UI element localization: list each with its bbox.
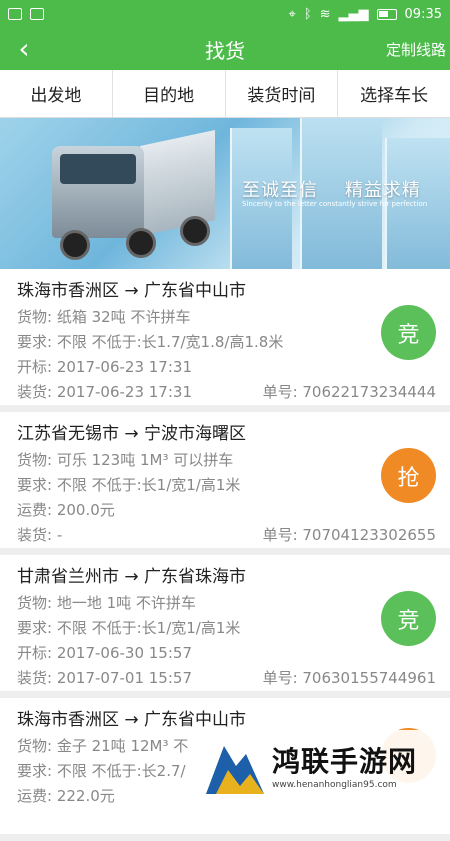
cargo-info: 货物: 可乐 123吨 1M³ 可以拼车 <box>17 451 234 469</box>
truck-wheel <box>126 228 156 258</box>
load-info: 装货: 2017-06-23 17:31 <box>17 383 192 401</box>
location-icon: ⌖ <box>288 6 296 22</box>
filter-destination[interactable]: 目的地 <box>113 70 226 117</box>
chevron-left-icon: ‹ <box>18 32 30 65</box>
cargo-card[interactable]: 江苏省无锡市 → 宁波市海曙区 货物: 可乐 123吨 1M³ 可以拼车 要求:… <box>0 412 450 548</box>
order-number: 单号: 70630155744961 <box>262 669 436 687</box>
trash-icon <box>30 8 44 20</box>
watermark-logo <box>206 736 264 794</box>
bluetooth-icon: ᛒ <box>303 6 312 22</box>
requirement-info: 要求: 不限 不低于:长1/宽1/高1米 <box>17 476 241 494</box>
route-text: 甘肃省兰州市 → 广东省珠海市 <box>17 567 247 587</box>
cargo-info: 货物: 地一地 1吨 不许拼车 <box>17 594 196 612</box>
load-info: 装货: - <box>17 526 63 544</box>
watermark-name: 鸿联手游网 <box>272 745 418 778</box>
load-info: 装货: 2017-07-01 15:57 <box>17 669 192 687</box>
status-time: 09:35 <box>404 6 442 22</box>
page-title: 找货 <box>205 38 245 63</box>
bid-or-fee-info: 开标: 2017-06-23 17:31 <box>17 358 192 376</box>
order-number: 单号: 70704123302655 <box>262 526 436 544</box>
nav-bar: ‹ 找货 定制线路 <box>0 28 450 70</box>
order-number: 单号: 70622173234444 <box>262 383 436 401</box>
truck-wheel <box>180 216 210 246</box>
requirement-info: 要求: 不限 不低于:长1/宽1/高1米 <box>17 619 241 637</box>
filter-origin[interactable]: 出发地 <box>0 70 113 117</box>
cargo-info: 货物: 纸箱 32吨 不许拼车 <box>17 308 191 326</box>
cargo-card[interactable]: 珠海市香洲区 → 广东省中山市 货物: 纸箱 32吨 不许拼车 要求: 不限 不… <box>0 269 450 405</box>
banner-subtitle: Sincerity to the letter constantly striv… <box>242 200 428 208</box>
grab-button[interactable]: 抢 <box>381 448 436 503</box>
bid-button[interactable]: 竞 <box>381 591 436 646</box>
filter-bar: 出发地 目的地 装货时间 选择车长 <box>0 70 450 118</box>
signal-icon: ▂▄▆ <box>338 6 369 22</box>
notification-icon <box>8 8 22 20</box>
filter-vehicle-length[interactable]: 选择车长 <box>338 70 450 117</box>
truck-wheel <box>60 230 90 260</box>
cargo-card[interactable]: 甘肃省兰州市 → 广东省珠海市 货物: 地一地 1吨 不许拼车 要求: 不限 不… <box>0 555 450 691</box>
promo-banner[interactable]: 至诚至信 精益求精 Sincerity to the letter consta… <box>0 118 450 270</box>
truck-windshield <box>60 154 136 184</box>
bid-button[interactable]: 竞 <box>381 305 436 360</box>
route-text: 江苏省无锡市 → 宁波市海曙区 <box>17 424 247 444</box>
battery-icon <box>376 8 397 20</box>
back-button[interactable]: ‹ <box>0 28 48 70</box>
custom-route-button[interactable]: 定制线路 <box>386 39 446 60</box>
filter-load-time[interactable]: 装货时间 <box>226 70 339 117</box>
banner-slogan-2: 精益求精 <box>344 180 421 201</box>
requirement-info: 要求: 不限 不低于:长1.7/宽1.8/高1.8米 <box>17 333 284 351</box>
bid-or-fee-info: 运费: 200.0元 <box>17 501 115 519</box>
wifi-icon: ≋ <box>319 6 331 22</box>
route-text: 珠海市香洲区 → 广东省中山市 <box>17 281 247 301</box>
watermark-url: www.henanhonglian95.com <box>272 780 397 790</box>
banner-slogan: 至诚至信 精益求精 <box>242 176 421 202</box>
watermark: 鸿联手游网 www.henanhonglian95.com <box>200 730 450 800</box>
status-bar: ⌖ ᛒ ≋ ▂▄▆ 09:35 <box>0 0 450 28</box>
banner-slogan-1: 至诚至信 <box>242 180 318 201</box>
bid-or-fee-info: 开标: 2017-06-30 15:57 <box>17 644 192 662</box>
